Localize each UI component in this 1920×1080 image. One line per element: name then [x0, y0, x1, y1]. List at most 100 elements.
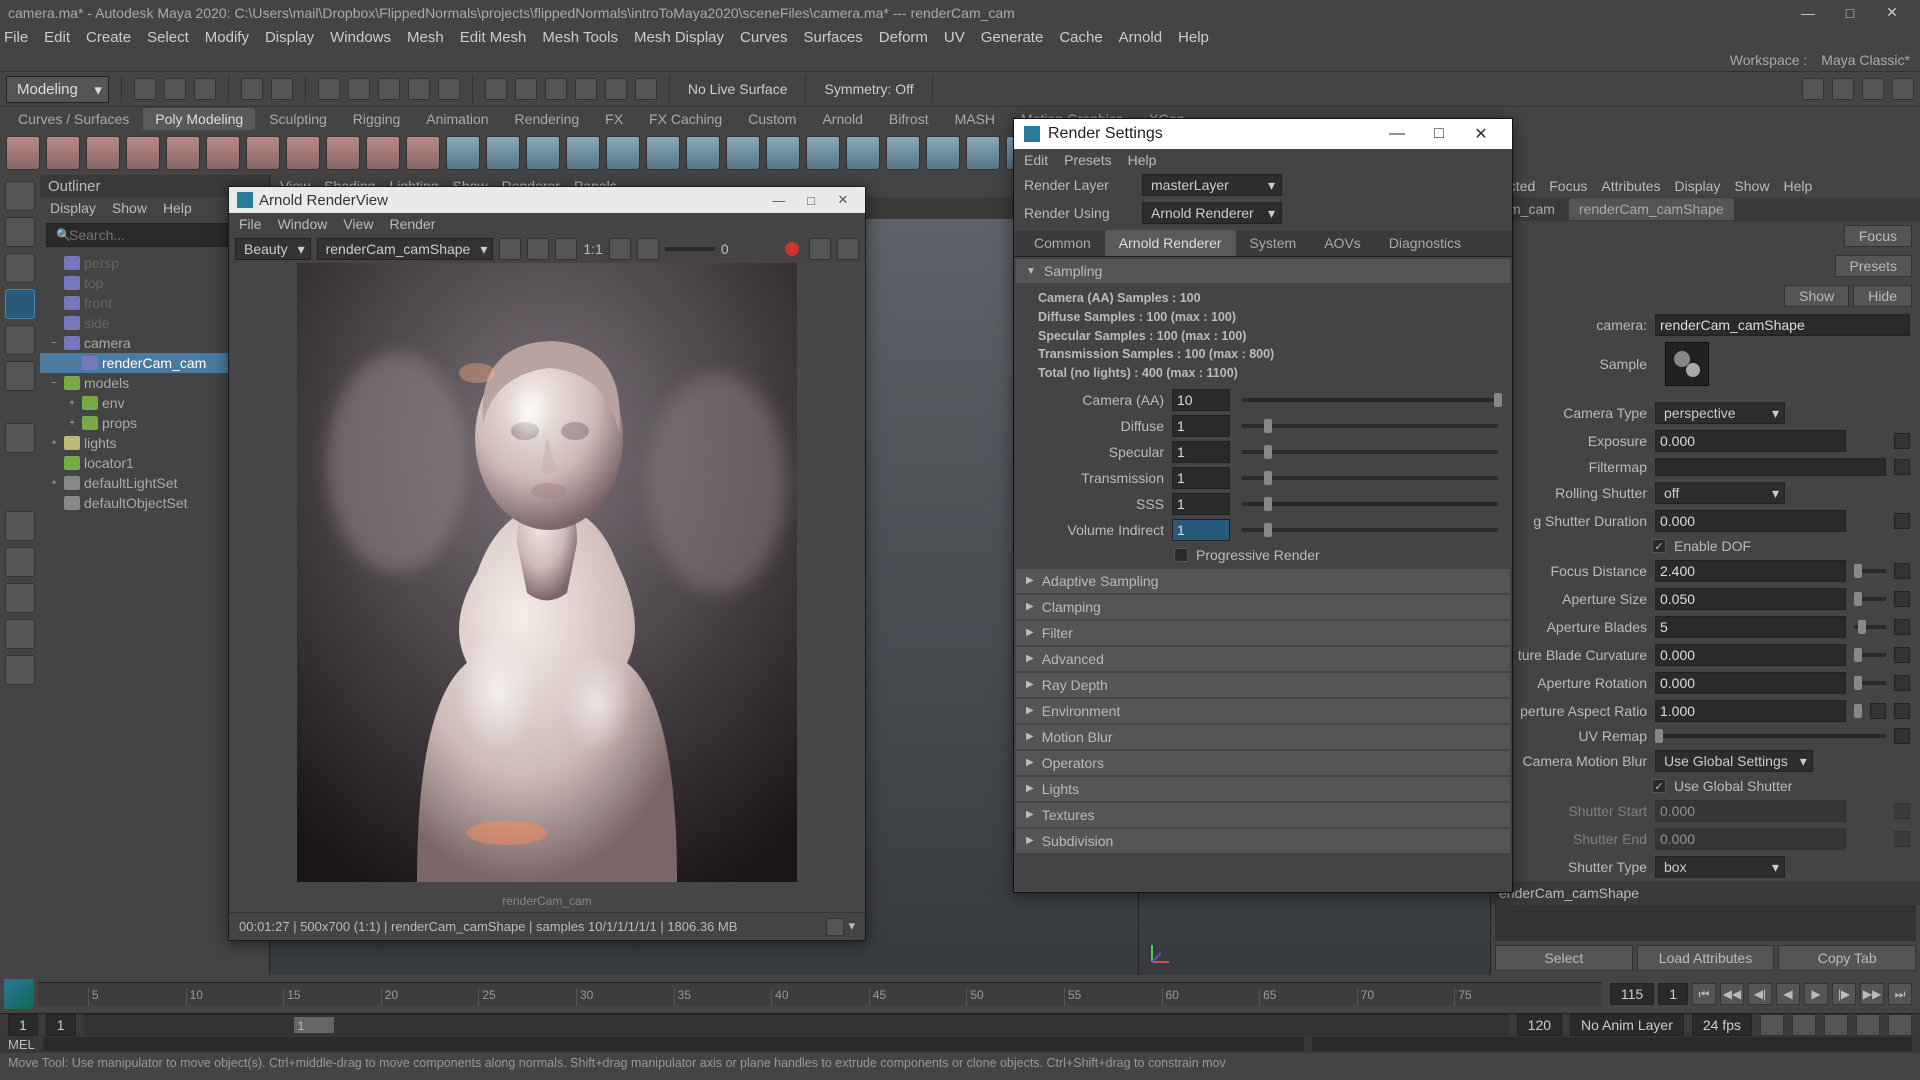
menu-deform[interactable]: Deform — [879, 29, 928, 46]
shtype-dropdown[interactable]: box — [1655, 856, 1785, 878]
range-start-field[interactable]: 1 — [8, 1014, 38, 1036]
extrude-icon[interactable] — [766, 136, 800, 170]
save-icon[interactable] — [555, 238, 577, 260]
separate-icon[interactable] — [486, 136, 520, 170]
progressive-checkbox[interactable] — [1174, 548, 1188, 562]
enabledof-checkbox[interactable]: ✓ — [1652, 539, 1666, 553]
exposure-field[interactable] — [1655, 430, 1846, 452]
gotostart-icon[interactable]: ⏮ — [1692, 983, 1716, 1005]
shelftab-polymodeling[interactable]: Poly Modeling — [143, 108, 255, 130]
expand-icon[interactable]: − — [48, 378, 60, 389]
last-tool-icon[interactable] — [5, 361, 35, 391]
outliner-menu-show[interactable]: Show — [112, 200, 147, 216]
isolate-icon[interactable] — [499, 238, 521, 260]
stepback-icon[interactable]: ◀◀ — [1720, 983, 1744, 1005]
rotate-tool-icon[interactable] — [5, 289, 35, 319]
menu-surfaces[interactable]: Surfaces — [804, 29, 863, 46]
layout-icon[interactable] — [5, 583, 35, 613]
ae-copy-button[interactable]: Copy Tab — [1778, 945, 1916, 971]
menu-arnold[interactable]: Arnold — [1119, 29, 1162, 46]
param-slider[interactable] — [1242, 424, 1498, 428]
maximize-icon[interactable]: □ — [1418, 120, 1460, 148]
lasso-icon[interactable] — [5, 217, 35, 247]
snap-icon[interactable] — [515, 78, 537, 100]
ae-show-button[interactable]: Show — [1784, 285, 1849, 307]
cammb-dropdown[interactable]: Use Global Settings — [1655, 750, 1813, 772]
rshutterdur-field[interactable] — [1655, 510, 1846, 532]
expand-icon[interactable]: − — [48, 338, 60, 349]
chevron-down-icon[interactable]: ▾ — [848, 918, 855, 936]
rs-section-ray-depth[interactable]: Ray Depth — [1016, 673, 1510, 697]
apblades-slider[interactable] — [1854, 625, 1886, 629]
keyfwd-icon[interactable]: |▶ — [1832, 983, 1856, 1005]
options-icon[interactable] — [1856, 1014, 1880, 1036]
close-icon[interactable]: ✕ — [1872, 2, 1912, 24]
rs-section-filter[interactable]: Filter — [1016, 621, 1510, 645]
layout-icon[interactable] — [1862, 78, 1884, 100]
open-icon[interactable] — [164, 78, 186, 100]
expand-icon[interactable]: + — [48, 478, 60, 489]
ae-notes[interactable] — [1495, 905, 1916, 941]
mirror-icon[interactable] — [726, 136, 760, 170]
ae-menu-display[interactable]: Display — [1675, 178, 1721, 194]
key-icon[interactable] — [1792, 1014, 1816, 1036]
menu-create[interactable]: Create — [86, 29, 131, 46]
shelftab-bifrost[interactable]: Bifrost — [877, 108, 941, 130]
ipr-icon[interactable] — [809, 238, 831, 260]
snap-icon[interactable] — [545, 78, 567, 100]
range-slider[interactable]: 1 — [84, 1014, 1509, 1036]
rs-section-motion-blur[interactable]: Motion Blur — [1016, 725, 1510, 749]
shelftab-rigging[interactable]: Rigging — [341, 108, 412, 130]
aprot-slider[interactable] — [1854, 681, 1886, 685]
rv-zoom-slider[interactable] — [665, 247, 715, 251]
symmetry[interactable]: Symmetry: Off — [818, 81, 919, 97]
map-icon[interactable] — [1894, 563, 1910, 579]
ae-select-button[interactable]: Select — [1495, 945, 1633, 971]
camtype-dropdown[interactable]: perspective — [1655, 402, 1785, 424]
menu-meshdisplay[interactable]: Mesh Display — [634, 29, 724, 46]
param-volume indirect-field[interactable] — [1172, 519, 1230, 541]
render-image[interactable] — [297, 263, 797, 882]
map-icon[interactable] — [1894, 513, 1910, 529]
map-icon[interactable] — [1894, 728, 1910, 744]
cube-icon[interactable] — [46, 136, 80, 170]
aprot-field[interactable] — [1655, 672, 1846, 694]
scale-tool-icon[interactable] — [5, 325, 35, 355]
param-sss-field[interactable] — [1172, 493, 1230, 515]
layout-icon[interactable] — [1832, 78, 1854, 100]
close-icon[interactable]: ✕ — [829, 190, 857, 210]
svg-icon[interactable] — [406, 136, 440, 170]
param-slider[interactable] — [1242, 528, 1498, 532]
menu-uv[interactable]: UV — [944, 29, 965, 46]
param-camera (aa)-field[interactable] — [1172, 389, 1230, 411]
layout-icon[interactable] — [1802, 78, 1824, 100]
shelftab-mash[interactable]: MASH — [943, 108, 1007, 130]
rs-tab-arnold[interactable]: Arnold Renderer — [1105, 230, 1236, 256]
outliner-menu-display[interactable]: Display — [50, 200, 96, 216]
rs-tab-system[interactable]: System — [1236, 230, 1311, 256]
rv-camera-dropdown[interactable]: renderCam_camShape — [317, 238, 494, 260]
target-icon[interactable] — [966, 136, 1000, 170]
select-icon[interactable] — [348, 78, 370, 100]
menu-file[interactable]: File — [4, 29, 28, 46]
refresh-icon[interactable] — [527, 238, 549, 260]
expand-icon[interactable]: + — [48, 438, 60, 449]
range-start2-field[interactable]: 1 — [46, 1014, 76, 1036]
menu-select[interactable]: Select — [147, 29, 189, 46]
ae-focus-button[interactable]: Focus — [1844, 225, 1912, 247]
mode-dropdown[interactable]: Modeling — [6, 76, 109, 103]
menu-meshtools[interactable]: Mesh Tools — [542, 29, 618, 46]
apsize-field[interactable] — [1655, 588, 1846, 610]
menu-mesh[interactable]: Mesh — [407, 29, 444, 46]
autokey-icon[interactable] — [1760, 1014, 1784, 1036]
bool-icon[interactable] — [686, 136, 720, 170]
snapshot-icon[interactable] — [826, 918, 844, 936]
apsize-slider[interactable] — [1854, 597, 1886, 601]
live-surface[interactable]: No Live Surface — [682, 81, 794, 97]
bridge-icon[interactable] — [846, 136, 880, 170]
crop-icon[interactable] — [609, 238, 631, 260]
command-line-input[interactable] — [43, 1037, 1304, 1051]
apblades-field[interactable] — [1655, 616, 1846, 638]
save-icon[interactable] — [194, 78, 216, 100]
ae-hide-button[interactable]: Hide — [1853, 285, 1912, 307]
